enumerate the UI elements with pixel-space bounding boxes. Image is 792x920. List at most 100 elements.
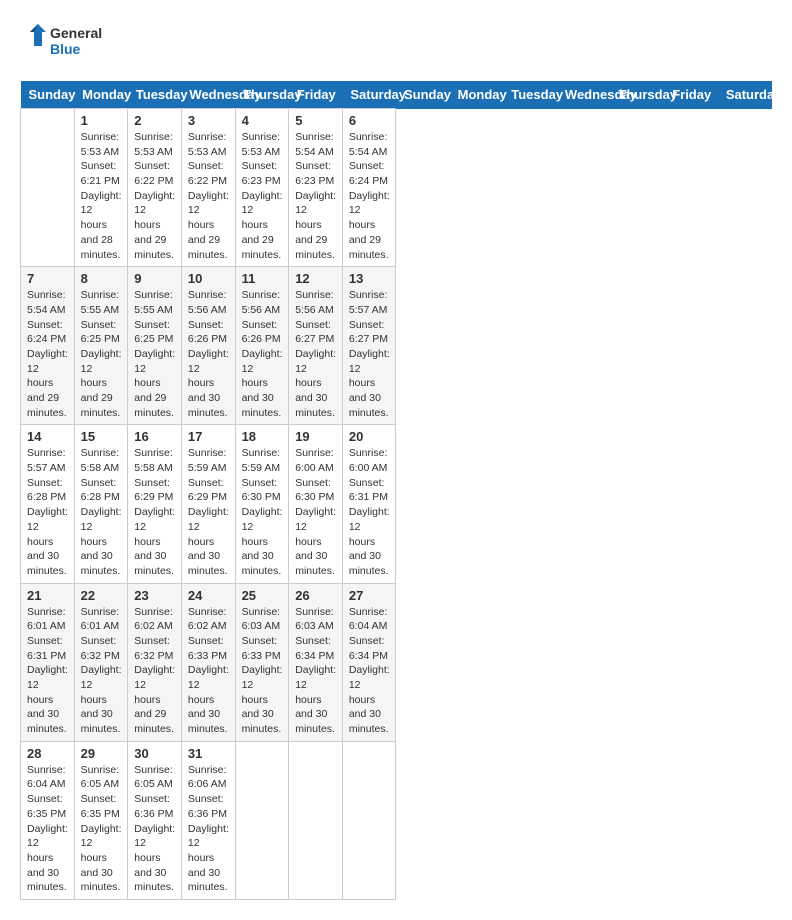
day-number: 10 <box>188 271 229 286</box>
logo: General Blue <box>20 20 120 65</box>
day-number: 31 <box>188 746 229 761</box>
day-number: 17 <box>188 429 229 444</box>
day-number: 24 <box>188 588 229 603</box>
calendar-cell: 15 Sunrise: 5:58 AMSunset: 6:28 PMDayligh… <box>74 425 128 583</box>
day-number: 5 <box>295 113 336 128</box>
day-info: Sunrise: 5:53 AMSunset: 6:22 PMDaylight:… <box>188 130 229 262</box>
day-number: 8 <box>81 271 122 286</box>
calendar-cell: 3 Sunrise: 5:53 AMSunset: 6:22 PMDaylight… <box>181 109 235 267</box>
day-number: 29 <box>81 746 122 761</box>
day-info: Sunrise: 5:58 AMSunset: 6:28 PMDaylight:… <box>81 446 122 578</box>
calendar-cell: 4 Sunrise: 5:53 AMSunset: 6:23 PMDaylight… <box>235 109 289 267</box>
calendar-cell: 11 Sunrise: 5:56 AMSunset: 6:26 PMDayligh… <box>235 267 289 425</box>
day-info: Sunrise: 6:03 AMSunset: 6:33 PMDaylight:… <box>242 605 283 737</box>
calendar-cell: 12 Sunrise: 5:56 AMSunset: 6:27 PMDayligh… <box>289 267 343 425</box>
day-info: Sunrise: 5:56 AMSunset: 6:26 PMDaylight:… <box>242 288 283 420</box>
calendar-cell: 2Sunrise: 5:53 AMSunset: 6:22 PMDaylight… <box>128 109 182 267</box>
day-header-friday: Friday <box>664 81 718 109</box>
day-info: Sunrise: 5:56 AMSunset: 6:26 PMDaylight:… <box>188 288 229 420</box>
day-header-tuesday: Tuesday <box>128 81 182 109</box>
calendar-cell: 5Sunrise: 5:54 AMSunset: 6:23 PMDaylight… <box>289 109 343 267</box>
day-number: 13 <box>349 271 390 286</box>
day-number: 12 <box>295 271 336 286</box>
calendar-cell <box>21 109 75 267</box>
day-number: 6 <box>349 113 390 128</box>
day-number: 21 <box>27 588 68 603</box>
calendar-cell: 27Sunrise: 6:04 AMSunset: 6:34 PMDayligh… <box>342 583 396 741</box>
day-number: 4 <box>242 113 283 128</box>
day-number: 18 <box>242 429 283 444</box>
day-number: 23 <box>134 588 175 603</box>
day-info: Sunrise: 6:04 AMSunset: 6:35 PMDaylight:… <box>27 763 68 895</box>
calendar-cell: 10 Sunrise: 5:56 AMSunset: 6:26 PMDayligh… <box>181 267 235 425</box>
day-info: Sunrise: 6:00 AMSunset: 6:30 PMDaylight:… <box>295 446 336 578</box>
calendar-cell: 1 Sunrise: 5:53 AMSunset: 6:21 PMDaylight… <box>74 109 128 267</box>
day-number: 9 <box>134 271 175 286</box>
day-info: Sunrise: 6:04 AMSunset: 6:34 PMDaylight:… <box>349 605 390 737</box>
day-header-monday: Monday <box>74 81 128 109</box>
day-info: Sunrise: 5:53 AMSunset: 6:21 PMDaylight:… <box>81 130 122 262</box>
day-header-sunday: Sunday <box>396 81 450 109</box>
day-header-friday: Friday <box>289 81 343 109</box>
day-number: 1 <box>81 113 122 128</box>
day-header-thursday: Thursday <box>611 81 665 109</box>
day-header-monday: Monday <box>450 81 504 109</box>
day-number: 7 <box>27 271 68 286</box>
header: General Blue <box>20 20 772 65</box>
week-row-2: 7 Sunrise: 5:54 AMSunset: 6:24 PMDaylight… <box>21 267 772 425</box>
day-info: Sunrise: 6:02 AMSunset: 6:33 PMDaylight:… <box>188 605 229 737</box>
calendar-cell: 20Sunrise: 6:00 AMSunset: 6:31 PMDayligh… <box>342 425 396 583</box>
day-info: Sunrise: 5:56 AMSunset: 6:27 PMDaylight:… <box>295 288 336 420</box>
week-row-1: 1 Sunrise: 5:53 AMSunset: 6:21 PMDaylight… <box>21 109 772 267</box>
day-header-tuesday: Tuesday <box>503 81 557 109</box>
day-header-wednesday: Wednesday <box>181 81 235 109</box>
day-number: 15 <box>81 429 122 444</box>
calendar-cell: 25Sunrise: 6:03 AMSunset: 6:33 PMDayligh… <box>235 583 289 741</box>
day-header-sunday: Sunday <box>21 81 75 109</box>
day-header-thursday: Thursday <box>235 81 289 109</box>
day-info: Sunrise: 5:54 AMSunset: 6:24 PMDaylight:… <box>349 130 390 262</box>
calendar-cell: 9Sunrise: 5:55 AMSunset: 6:25 PMDaylight… <box>128 267 182 425</box>
day-number: 14 <box>27 429 68 444</box>
week-row-5: 28 Sunrise: 6:04 AMSunset: 6:35 PMDayligh… <box>21 741 772 899</box>
day-info: Sunrise: 6:05 AMSunset: 6:35 PMDaylight:… <box>81 763 122 895</box>
calendar-cell: 6 Sunrise: 5:54 AMSunset: 6:24 PMDaylight… <box>342 109 396 267</box>
calendar-table: SundayMondayTuesdayWednesdayThursdayFrid… <box>20 81 772 900</box>
calendar-cell <box>342 741 396 899</box>
calendar-cell: 16Sunrise: 5:58 AMSunset: 6:29 PMDayligh… <box>128 425 182 583</box>
day-header-saturday: Saturday <box>718 81 772 109</box>
day-info: Sunrise: 6:02 AMSunset: 6:32 PMDaylight:… <box>134 605 175 737</box>
day-number: 11 <box>242 271 283 286</box>
calendar-cell: 7 Sunrise: 5:54 AMSunset: 6:24 PMDaylight… <box>21 267 75 425</box>
calendar-cell: 13 Sunrise: 5:57 AMSunset: 6:27 PMDayligh… <box>342 267 396 425</box>
calendar-cell: 19Sunrise: 6:00 AMSunset: 6:30 PMDayligh… <box>289 425 343 583</box>
calendar-cell: 18 Sunrise: 5:59 AMSunset: 6:30 PMDayligh… <box>235 425 289 583</box>
day-info: Sunrise: 6:00 AMSunset: 6:31 PMDaylight:… <box>349 446 390 578</box>
svg-text:General: General <box>50 25 102 41</box>
day-info: Sunrise: 5:53 AMSunset: 6:22 PMDaylight:… <box>134 130 175 262</box>
day-header-wednesday: Wednesday <box>557 81 611 109</box>
day-number: 22 <box>81 588 122 603</box>
day-number: 3 <box>188 113 229 128</box>
day-info: Sunrise: 5:59 AMSunset: 6:30 PMDaylight:… <box>242 446 283 578</box>
calendar-cell: 17 Sunrise: 5:59 AMSunset: 6:29 PMDayligh… <box>181 425 235 583</box>
day-info: Sunrise: 5:57 AMSunset: 6:27 PMDaylight:… <box>349 288 390 420</box>
calendar-cell: 22 Sunrise: 6:01 AMSunset: 6:32 PMDayligh… <box>74 583 128 741</box>
calendar-cell: 29 Sunrise: 6:05 AMSunset: 6:35 PMDayligh… <box>74 741 128 899</box>
day-info: Sunrise: 5:57 AMSunset: 6:28 PMDaylight:… <box>27 446 68 578</box>
day-number: 28 <box>27 746 68 761</box>
calendar-cell <box>235 741 289 899</box>
day-header-saturday: Saturday <box>342 81 396 109</box>
header-row: SundayMondayTuesdayWednesdayThursdayFrid… <box>21 81 772 109</box>
day-info: Sunrise: 5:53 AMSunset: 6:23 PMDaylight:… <box>242 130 283 262</box>
day-info: Sunrise: 5:59 AMSunset: 6:29 PMDaylight:… <box>188 446 229 578</box>
calendar-cell: 31 Sunrise: 6:06 AMSunset: 6:36 PMDayligh… <box>181 741 235 899</box>
day-number: 30 <box>134 746 175 761</box>
day-info: Sunrise: 5:54 AMSunset: 6:24 PMDaylight:… <box>27 288 68 420</box>
day-info: Sunrise: 6:05 AMSunset: 6:36 PMDaylight:… <box>134 763 175 895</box>
day-info: Sunrise: 5:58 AMSunset: 6:29 PMDaylight:… <box>134 446 175 578</box>
day-info: Sunrise: 6:03 AMSunset: 6:34 PMDaylight:… <box>295 605 336 737</box>
day-info: Sunrise: 6:01 AMSunset: 6:32 PMDaylight:… <box>81 605 122 737</box>
day-info: Sunrise: 6:06 AMSunset: 6:36 PMDaylight:… <box>188 763 229 895</box>
day-number: 26 <box>295 588 336 603</box>
